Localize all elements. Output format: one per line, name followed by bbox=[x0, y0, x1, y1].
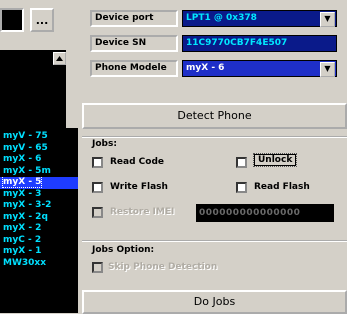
model-list-item[interactable]: myX - 5 bbox=[0, 177, 78, 189]
read-flash-label: Read Flash bbox=[254, 182, 310, 192]
model-list-item-label: myV - 65 bbox=[3, 142, 48, 153]
write-flash-checkbox[interactable] bbox=[92, 182, 103, 193]
model-list-item-label: myX - 2 bbox=[3, 223, 42, 233]
model-list-item[interactable]: myX - 5m bbox=[0, 166, 78, 178]
phone-model-value: myX - 6 bbox=[186, 63, 225, 73]
read-code-checkbox[interactable] bbox=[92, 157, 103, 168]
unlock-checkbox[interactable] bbox=[236, 157, 247, 168]
do-jobs-button[interactable]: Do Jobs bbox=[82, 290, 347, 314]
read-flash-checkbox[interactable] bbox=[236, 182, 247, 193]
model-list-item-label: myV - 75 bbox=[3, 131, 48, 141]
model-list-item-label: myX - 5 bbox=[1, 177, 43, 188]
device-port-label: Device port bbox=[90, 10, 178, 27]
scroll-up-button[interactable] bbox=[53, 52, 66, 65]
model-list-item-label: myX - 3-2 bbox=[3, 200, 52, 210]
model-list[interactable]: myV - 75 myV - 65 myX - 6 myX - 5m myX - 5 my… bbox=[0, 128, 78, 313]
model-list-item-label: MW30xx bbox=[3, 257, 47, 268]
jobs-title: Jobs: bbox=[92, 139, 117, 149]
model-list-item[interactable]: myX - 2q bbox=[0, 212, 78, 224]
imei-input[interactable]: 000000000000000 bbox=[196, 204, 334, 222]
model-list-item[interactable]: MW30xx bbox=[0, 258, 78, 270]
detect-phone-button[interactable]: Detect Phone bbox=[82, 103, 347, 129]
dropdown-arrow-icon[interactable]: ▼ bbox=[320, 62, 335, 77]
unlock-label-box: Unlock bbox=[252, 153, 298, 167]
model-list-item[interactable]: myX - 6 bbox=[0, 154, 78, 166]
browse-button[interactable]: ... bbox=[30, 8, 54, 32]
restore-imei-label: Restore IMEI bbox=[110, 207, 175, 217]
path-input[interactable] bbox=[0, 8, 24, 32]
phone-model-label: Phone Modele bbox=[90, 60, 178, 77]
device-sn-field: 11C9770CB7F4E507 bbox=[182, 35, 337, 52]
model-list-item-label: myX - 3 bbox=[3, 188, 42, 199]
skip-detection-label: Skip Phone Detection bbox=[108, 262, 218, 272]
model-list-item-label: myX - 2q bbox=[3, 211, 48, 222]
model-list-item-label: myC - 2 bbox=[3, 234, 42, 245]
model-list-item[interactable]: myX - 2 bbox=[0, 223, 78, 235]
model-list-item[interactable]: myX - 3 bbox=[0, 189, 78, 201]
phone-model-select[interactable]: myX - 6 ▼ bbox=[182, 60, 337, 77]
skip-detection-checkbox[interactable] bbox=[92, 262, 103, 273]
restore-imei-checkbox[interactable] bbox=[92, 207, 103, 218]
model-list-item-label: myX - 6 bbox=[3, 154, 42, 164]
model-list-item-label: myX - 1 bbox=[3, 246, 42, 256]
read-code-label: Read Code bbox=[110, 157, 165, 167]
model-list-item[interactable]: myV - 75 bbox=[0, 131, 78, 143]
model-list-item[interactable]: myX - 1 bbox=[0, 246, 78, 258]
jobs-option-title: Jobs Option: bbox=[92, 245, 155, 255]
device-sn-label: Device SN bbox=[90, 35, 178, 52]
unlock-label: Unlock bbox=[252, 153, 298, 167]
model-list-item[interactable]: myV - 65 bbox=[0, 143, 78, 155]
dropdown-arrow-icon[interactable]: ▼ bbox=[320, 12, 335, 27]
model-list-item[interactable]: myX - 3-2 bbox=[0, 200, 78, 212]
left-panel: ... myV - 75 myV - 65 myX - 6 myX - 5m myX -… bbox=[0, 0, 78, 313]
device-port-value: LPT1 @ 0x378 bbox=[186, 13, 257, 23]
device-port-select[interactable]: LPT1 @ 0x378 ▼ bbox=[182, 10, 337, 27]
device-sn-value: 11C9770CB7F4E507 bbox=[186, 38, 288, 48]
write-flash-label: Write Flash bbox=[110, 182, 168, 192]
scroll-up-icon bbox=[56, 56, 63, 61]
model-list-item-label: myX - 5m bbox=[3, 165, 51, 176]
model-list-item[interactable]: myC - 2 bbox=[0, 235, 78, 247]
